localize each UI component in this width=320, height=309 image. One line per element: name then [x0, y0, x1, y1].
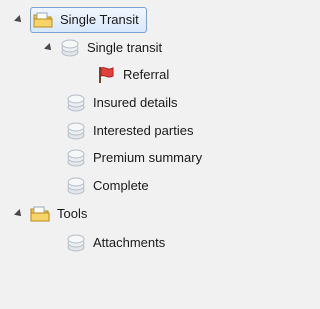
doc-stack-icon	[66, 233, 86, 253]
tree-node-label: Referral	[123, 67, 170, 82]
doc-stack-icon	[66, 93, 86, 113]
tree-node-insured-details[interactable]: Insured details	[66, 91, 181, 115]
red-flag-icon	[96, 65, 116, 85]
doc-stack-icon	[66, 148, 86, 168]
tree-node-label: Interested parties	[93, 123, 194, 138]
tree-node-label: Single Transit	[60, 12, 139, 27]
tree-node-attachments[interactable]: Attachments	[66, 231, 168, 255]
tree-node-single-transit-root[interactable]: Single Transit	[14, 7, 147, 33]
tree-node-label: Insured details	[93, 95, 178, 110]
tree-node-tools[interactable]: Tools	[14, 202, 90, 226]
tree-node-referral[interactable]: Referral	[96, 63, 172, 87]
tree-node-complete[interactable]: Complete	[66, 174, 152, 198]
doc-stack-icon	[60, 38, 80, 58]
tree-node-premium-summary[interactable]: Premium summary	[66, 146, 205, 170]
tree-node-label: Premium summary	[93, 150, 203, 165]
tree-node-label: Tools	[57, 206, 88, 221]
folder-icon	[33, 10, 53, 30]
expanded-arrow-icon	[44, 43, 54, 53]
expanded-arrow-icon	[14, 15, 24, 25]
navigation-tree: Single Transit Single transit Referral I…	[0, 0, 257, 309]
doc-stack-icon	[66, 176, 86, 196]
doc-stack-icon	[66, 121, 86, 141]
collapse-toggle[interactable]	[14, 209, 24, 219]
selected-node[interactable]: Single Transit	[30, 7, 147, 33]
collapse-toggle[interactable]	[14, 15, 24, 25]
tree-node-interested-parties[interactable]: Interested parties	[66, 119, 196, 143]
tree-node-label: Complete	[93, 178, 149, 193]
collapse-toggle[interactable]	[44, 43, 54, 53]
expanded-arrow-icon	[14, 209, 24, 219]
folder-icon	[30, 204, 50, 224]
tree-node-label: Attachments	[93, 235, 166, 250]
tree-node-label: Single transit	[87, 40, 163, 55]
tree-node-single-transit[interactable]: Single transit	[44, 36, 165, 60]
